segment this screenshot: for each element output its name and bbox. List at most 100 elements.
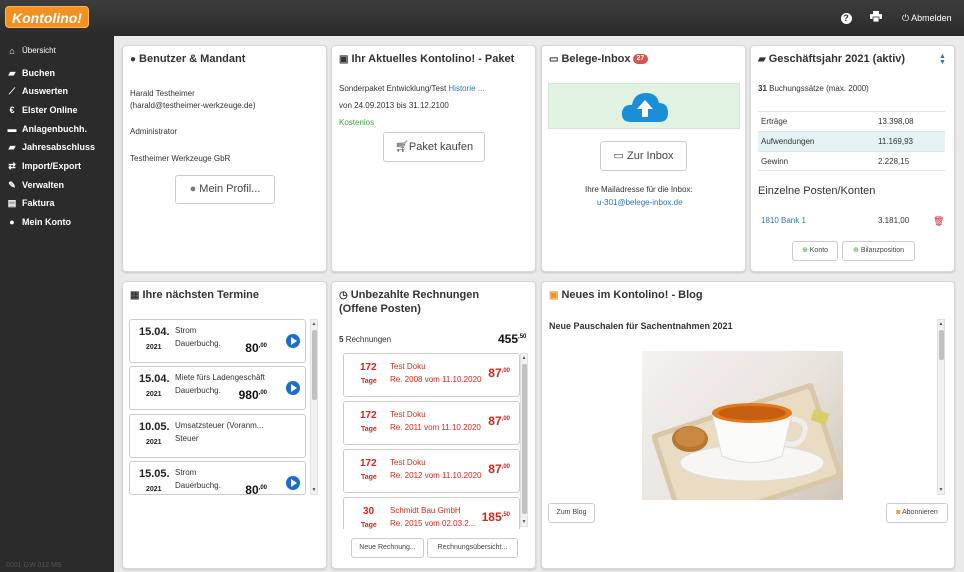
appointment-card[interactable]: 10.05. 2021 Umsatzsteuer (Voranm... Steuer bbox=[129, 414, 306, 458]
account-link[interactable]: 1810 Bank 1 bbox=[761, 216, 806, 225]
add-account-button[interactable]: ⊕ Konto bbox=[792, 241, 838, 261]
section-title: Einzelne Posten/Konten bbox=[758, 185, 876, 197]
elster-icon: € bbox=[9, 105, 15, 115]
account-row: 1810 Bank 1 3.181,00 bbox=[761, 216, 910, 225]
button-label: Konto bbox=[809, 247, 829, 254]
sidebar-item-mein-konto[interactable]: ● Mein Konto bbox=[0, 213, 114, 231]
package-panel: ▣ Ihr Aktuelles Kontolino! - Paket Sonder… bbox=[331, 45, 536, 272]
rss-icon: ▣ bbox=[549, 290, 559, 301]
gift-icon: ▣ bbox=[339, 54, 349, 65]
scroll-up-icon[interactable]: ▲ bbox=[938, 321, 944, 327]
package-name: Sonderpaket Entwicklung/Test Historie ..… bbox=[339, 84, 485, 93]
cart-icon: 🛒︎ bbox=[394, 141, 409, 153]
user-panel: ● Benutzer & Mandant Harald Testheimer (h… bbox=[122, 45, 327, 272]
invoice-card[interactable]: 172 Tage Test Doku Re. 2012 vom 11.10.2020… bbox=[343, 449, 520, 493]
subscribe-button[interactable]: ◙ Abonnieren bbox=[886, 503, 948, 523]
buy-package-button[interactable]: 🛒︎Paket kaufen bbox=[383, 132, 485, 162]
invoice-card[interactable]: 172 Tage Test Doku Re. 2011 vom 11.10.2020… bbox=[343, 401, 520, 445]
tea-cup-picture bbox=[651, 383, 843, 500]
history-link[interactable]: Historie ... bbox=[448, 84, 484, 93]
sidebar-item-anlagen[interactable]: ▬ Anlagenbuchh. bbox=[0, 120, 114, 138]
go-to-inbox-button[interactable]: ▭ Zur Inbox bbox=[600, 141, 687, 171]
sidebar-item-faktura[interactable]: ▤ Faktura bbox=[0, 194, 114, 212]
sidebar-item-buchen[interactable]: ▰ Buchen bbox=[0, 64, 114, 82]
inbox-icon: ▭ bbox=[549, 54, 559, 65]
blog-article-title[interactable]: Neue Pauschalen für Sachentnahmen 2021 bbox=[549, 321, 733, 331]
sidebar-item-auswerten[interactable]: ⟋ Auswerten bbox=[0, 82, 114, 100]
scrollbar[interactable]: ▲ ▼ bbox=[520, 353, 528, 527]
company-name: Testheimer Werkzeuge GbR bbox=[130, 154, 231, 163]
inbox-mail-address[interactable]: u-301@belege-inbox.de bbox=[597, 198, 683, 207]
sidebar-item-elster[interactable]: € Elster Online bbox=[0, 101, 114, 119]
sidebar-item-label: Verwalten bbox=[22, 180, 65, 190]
new-invoice-button[interactable]: Neue Rechnung... bbox=[351, 538, 424, 558]
scroll-up-icon[interactable]: ▲ bbox=[311, 321, 317, 327]
kontolino-logo[interactable]: Kontolino! bbox=[5, 6, 89, 28]
logout-button[interactable]: ⏻ Abmelden bbox=[902, 11, 952, 25]
play-icon[interactable] bbox=[286, 334, 300, 348]
blog-panel: ▣ Neues im Kontolino! - Blog Neue Pauscha… bbox=[541, 281, 955, 569]
appointment-card[interactable]: 15.04. 2021 Miete fürs Ladengeschäft Dauer… bbox=[129, 366, 306, 410]
scroll-thumb[interactable] bbox=[522, 364, 527, 514]
panel-title: ◷ Unbezahlte Rechnungen bbox=[339, 289, 480, 301]
home-icon: ⌂ bbox=[9, 46, 15, 56]
invoice-overview-button[interactable]: Rechnungsübersicht... bbox=[427, 538, 518, 558]
plus-circle-icon: ⊕ bbox=[801, 247, 808, 254]
inbox-panel: ▭ Belege-Inbox 27 ▭ Zur Inbox Ihre Mailadr… bbox=[541, 45, 746, 272]
sidebar-item-label: Import/Export bbox=[22, 161, 82, 171]
sidebar-item-import-export[interactable]: ⇄ Import/Export bbox=[0, 157, 114, 175]
panel-title: ▰ Geschäftsjahr 2021 (aktiv) bbox=[758, 53, 906, 65]
wrench-icon: ✎ bbox=[8, 180, 16, 190]
inbox-icon: ▭ bbox=[613, 150, 624, 162]
sidebar-item-jahresabschluss[interactable]: ▰ Jahresabschluss bbox=[0, 138, 114, 156]
scrollbar[interactable]: ▲ ▼ bbox=[310, 319, 318, 495]
user-role: Administrator bbox=[130, 127, 178, 136]
plus-circle-icon: ⊕ bbox=[852, 247, 859, 254]
appointment-card[interactable]: 15.04. 2021 Strom Dauerbuchg. 80,00 bbox=[129, 319, 306, 363]
book-icon: ▰ bbox=[8, 142, 16, 152]
top-bar: Kontolino! ? ⏻ Abmelden bbox=[0, 0, 964, 36]
invoice-list: 172 Tage Test Doku Re. 2008 vom 11.10.2020… bbox=[336, 351, 533, 529]
scroll-down-icon[interactable]: ▼ bbox=[311, 487, 317, 493]
trash-icon[interactable]: 🗑︎ bbox=[933, 216, 944, 227]
table-row: Aufwendungen 11.169,93 bbox=[758, 131, 945, 151]
scroll-down-icon[interactable]: ▼ bbox=[521, 519, 527, 525]
sidebar-item-uebersicht[interactable]: ⌂ Übersicht bbox=[0, 42, 114, 60]
sort-toggle-icon[interactable]: ▲ ▼ bbox=[939, 53, 946, 66]
scroll-thumb[interactable] bbox=[939, 330, 944, 360]
table-row: Gewinn 2.228,15 bbox=[758, 151, 945, 171]
panel-title: ● Benutzer & Mandant bbox=[130, 53, 246, 65]
user-icon: ● bbox=[130, 54, 137, 65]
sidebar-item-label: Jahresabschluss bbox=[22, 142, 96, 152]
button-label: Paket kaufen bbox=[408, 141, 474, 153]
upload-dropzone[interactable] bbox=[548, 83, 740, 129]
help-icon[interactable]: ? bbox=[839, 11, 853, 25]
scroll-down-icon[interactable]: ▼ bbox=[938, 487, 944, 493]
scroll-thumb[interactable] bbox=[312, 330, 317, 400]
calendar-icon: ▦ bbox=[130, 290, 140, 301]
play-icon[interactable] bbox=[286, 381, 300, 395]
sidebar-item-verwalten[interactable]: ✎ Verwalten bbox=[0, 176, 114, 194]
panel-title: ▣ Ihr Aktuelles Kontolino! - Paket bbox=[339, 53, 515, 65]
appointments-panel: ▦ Ihre nächsten Termine 15.04. 2021 Strom D… bbox=[122, 281, 327, 569]
chart-icon: ⟋ bbox=[8, 86, 16, 96]
clock-icon: ◷ bbox=[339, 290, 348, 301]
panel-title: ▦ Ihre nächsten Termine bbox=[130, 289, 260, 301]
play-icon[interactable] bbox=[286, 476, 300, 490]
invoice-total: 455,50 bbox=[498, 332, 527, 346]
scroll-up-icon[interactable]: ▲ bbox=[521, 355, 527, 361]
scrollbar[interactable]: ▲ ▼ bbox=[937, 319, 945, 495]
add-balance-position-button[interactable]: ⊕ Bilanzposition bbox=[842, 241, 915, 261]
button-label: Mein Profil... bbox=[199, 183, 261, 195]
invoice-card[interactable]: 30 Tage Schmidt Bau GmbH Re. 2015 vom 02.0… bbox=[343, 497, 520, 529]
sidebar: ⌂ Übersicht ▰ Buchen ⟋ Auswerten € Elster On… bbox=[0, 36, 114, 572]
print-icon[interactable] bbox=[869, 11, 883, 25]
go-to-blog-button[interactable]: Zum Blog bbox=[548, 503, 595, 523]
table-row: Erträge 13.398,08 bbox=[758, 111, 945, 131]
appointment-card[interactable]: 15.05. 2021 Strom Dauerbuchg. 80,00 bbox=[129, 461, 306, 495]
invoice-card[interactable]: 172 Tage Test Doku Re. 2008 vom 11.10.2020… bbox=[343, 353, 520, 397]
panel-title: ▭ Belege-Inbox 27 bbox=[549, 53, 649, 65]
book-icon: ▰ bbox=[8, 68, 16, 78]
booking-count: 31 Buchungssätze (max. 2000) bbox=[758, 84, 869, 93]
my-profile-button[interactable]: ● Mein Profil... bbox=[175, 175, 275, 204]
